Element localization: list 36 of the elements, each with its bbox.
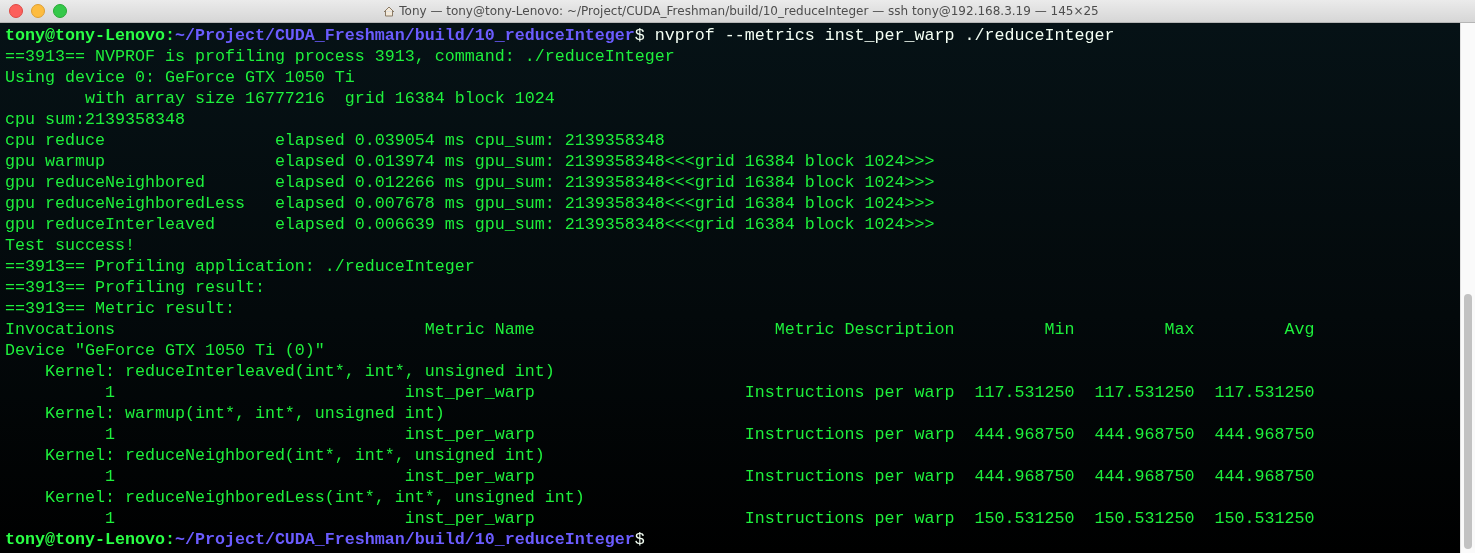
prompt-user-host: tony@tony-Lenovo:	[5, 530, 175, 549]
terminal-output-line: 1 inst_per_warp Instructions per warp 150.531250 150.531250 150.531250	[103, 509, 1315, 528]
close-button[interactable]	[9, 4, 23, 18]
window-title: Tony — tony@tony-Lenovo: ~/Project/CUDA_Freshman/build/10_reduceInteger — ssh tony@192.168.3.19 — 145×25	[399, 4, 1099, 18]
prompt-path: ~/Project/CUDA_Freshman/build/10_reduceInteger	[174, 530, 635, 549]
command-text: $ nvprof --metrics inst_per_warp ./reduceInteger	[634, 26, 1115, 45]
scrollbar[interactable]	[1460, 23, 1475, 553]
zoom-button[interactable]	[53, 4, 67, 18]
terminal-output-line: gpu reduceNeighbored elapsed 0.012266 ms gpu_sum: 2139358348<<<grid 16384 block 1024>>>	[5, 173, 935, 192]
terminal-output-line: Kernel: reduceNeighboredLess(int*, int*, unsigned int)	[43, 488, 585, 507]
terminal-output-line: Kernel: warmup(int*, int*, unsigned int)	[43, 404, 445, 423]
prompt-user-host: tony@tony-Lenovo:	[5, 26, 175, 45]
terminal-output-line: gpu reduceNeighboredLess elapsed 0.007678 ms gpu_sum: 2139358348<<<grid 16384 block 1024>>>	[5, 194, 935, 213]
terminal-output-line: ==3913== Profiling application: ./reduceInteger	[5, 257, 475, 276]
terminal-output-line: ==3913== Metric result:	[5, 299, 235, 318]
terminal-output-line: 1 inst_per_warp Instructions per warp 117.531250 117.531250 117.531250	[103, 383, 1315, 402]
terminal-output-line: ==3913== Profiling result:	[5, 278, 265, 297]
terminal-output-line: Kernel: reduceNeighbored(int*, int*, unsigned int)	[43, 446, 545, 465]
scrollbar-thumb[interactable]	[1464, 294, 1472, 549]
command-text: $	[634, 530, 645, 549]
terminal-output-line: Kernel: reduceInterleaved(int*, int*, unsigned int)	[43, 362, 555, 381]
house-icon	[383, 5, 396, 17]
terminal-output-line: ==3913== NVPROF is profiling process 3913, command: ./reduceInteger	[5, 47, 675, 66]
prompt-path: ~/Project/CUDA_Freshman/build/10_reduceInteger	[174, 26, 635, 45]
terminal-output-line: Using device 0: GeForce GTX 1050 Ti	[5, 68, 355, 87]
minimize-button[interactable]	[31, 4, 45, 18]
terminal-output-line: with array size 16777216 grid 16384 block 1024	[83, 89, 555, 108]
terminal-output-line: 1 inst_per_warp Instructions per warp 444.968750 444.968750 444.968750	[103, 467, 1315, 486]
terminal-output-line: cpu sum:2139358348	[5, 110, 185, 129]
terminal-output-line: 1 inst_per_warp Instructions per warp 444.968750 444.968750 444.968750	[103, 425, 1315, 444]
terminal-output-line: Test success!	[5, 236, 135, 255]
terminal-output-line: gpu warmup elapsed 0.013974 ms gpu_sum: 2139358348<<<grid 16384 block 1024>>>	[5, 152, 935, 171]
terminal-output-line: cpu reduce elapsed 0.039054 ms cpu_sum: 2139358348	[5, 131, 665, 150]
terminal-output-line: Device "GeForce GTX 1050 Ti (0)"	[5, 341, 325, 360]
terminal-output-line: gpu reduceInterleaved elapsed 0.006639 ms gpu_sum: 2139358348<<<grid 16384 block 1024>>>	[5, 215, 935, 234]
terminal-output-line: Invocations Metric Name Metric Description Min Max Avg	[5, 320, 1315, 339]
